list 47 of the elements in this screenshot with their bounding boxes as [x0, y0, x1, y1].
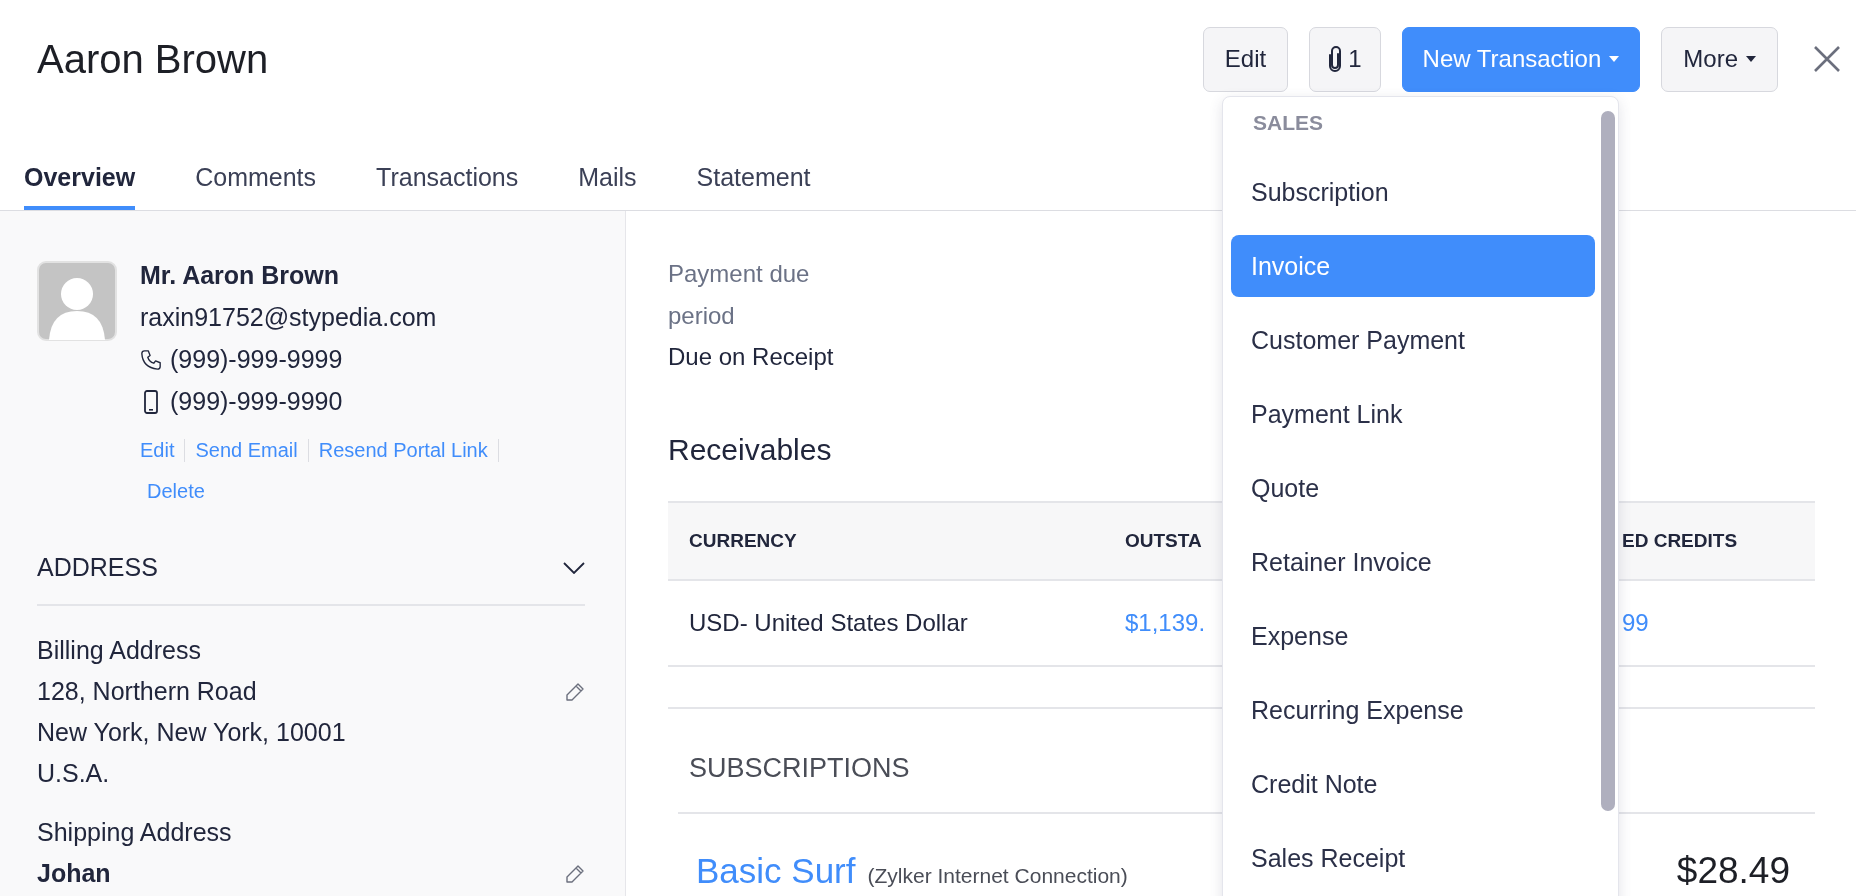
product-name: (Zylker Internet Connection): [867, 864, 1128, 888]
chevron-down-icon: [563, 561, 585, 574]
pencil-icon: [565, 863, 585, 884]
tab[interactable]: Statement: [696, 163, 811, 210]
menu-item[interactable]: Expense: [1231, 605, 1595, 667]
contact-name: Mr. Aaron Brown: [140, 261, 341, 290]
menu-item[interactable]: Sales Receipt: [1231, 827, 1595, 889]
paperclip-icon: [1328, 46, 1343, 72]
close-icon: [1813, 45, 1841, 73]
toolbar-button[interactable]: More: [1661, 26, 1778, 92]
subscription-amount: $28.49: [1676, 850, 1790, 892]
menu-item[interactable]: Subscription: [1231, 161, 1595, 223]
address-label: Shipping Address: [37, 818, 233, 847]
section-heading: ADDRESS: [37, 553, 158, 582]
address-label: Billing Address: [37, 636, 202, 665]
pencil-icon: [565, 681, 585, 702]
phone-icon: [140, 348, 162, 371]
menu-section-label: SALES: [1252, 110, 1324, 136]
tab[interactable]: Mails: [578, 163, 637, 210]
caret-icon: [1746, 56, 1756, 62]
column-header: ED CREDITS: [1621, 530, 1739, 552]
menu-item[interactable]: Customer Payment: [1231, 309, 1595, 371]
field-value: Due on Receipt: [668, 342, 834, 372]
address-line: 128, Northern Road: [37, 677, 257, 706]
tab[interactable]: Transactions: [376, 163, 519, 210]
phone-number: (999)-999-9999: [170, 345, 343, 374]
scrollbar[interactable]: [1601, 111, 1615, 811]
toolbar-button[interactable]: Edit: [1202, 26, 1289, 92]
mobile-number: (999)-999-9990: [170, 387, 343, 416]
address-line: New York, New York, 10001: [37, 718, 346, 747]
menu-item[interactable]: Quote: [1231, 457, 1595, 519]
table-cell-text: USD- United States Dollar: [688, 609, 969, 637]
tab[interactable]: Comments: [195, 163, 317, 210]
column-header: CURRENCY: [688, 530, 798, 552]
avatar-icon: [37, 261, 117, 341]
email-text: raxin91752@stypedia.com: [140, 303, 438, 332]
address-line: U.S.A.: [37, 759, 110, 788]
caret-icon: [1609, 56, 1620, 62]
menu-item[interactable]: Credit Note: [1231, 753, 1595, 815]
section-title: Receivables: [668, 433, 833, 467]
page-title: Aaron Brown: [37, 36, 269, 82]
menu-item[interactable]: Retainer Invoice: [1231, 531, 1595, 593]
menu-item[interactable]: Payment Link: [1231, 383, 1595, 445]
address-line: Johan: [37, 859, 111, 888]
field-label: Payment due period: [668, 259, 811, 331]
attachment-button[interactable]: 1: [1309, 26, 1381, 92]
column-header: OUTSTA: [1124, 530, 1203, 552]
